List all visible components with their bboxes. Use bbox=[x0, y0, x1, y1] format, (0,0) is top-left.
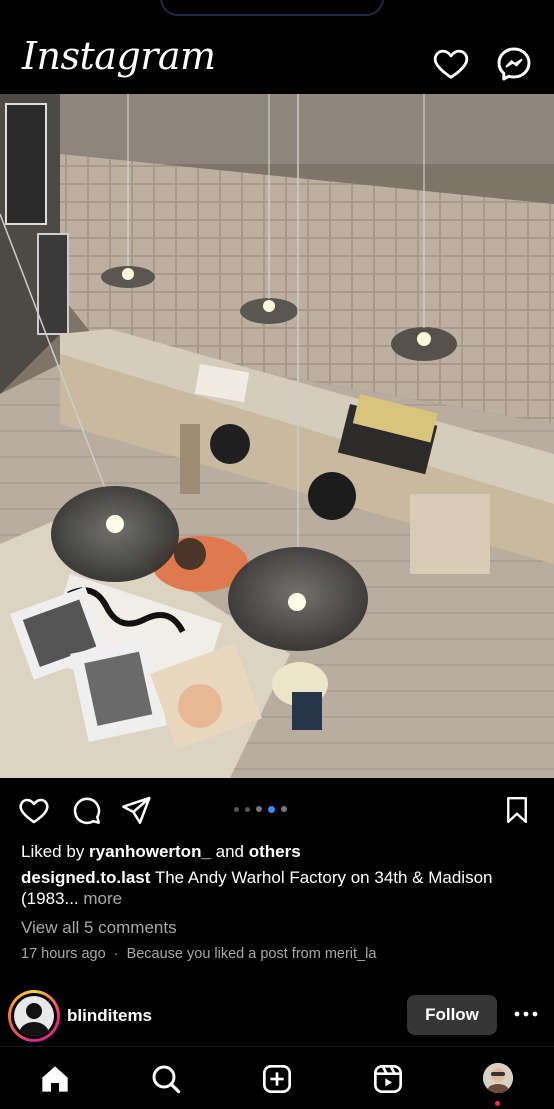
create-icon[interactable] bbox=[261, 1063, 293, 1095]
caption-username[interactable]: designed.to.last bbox=[21, 868, 150, 887]
caption-more-link[interactable]: more bbox=[79, 889, 122, 908]
like-heart-icon[interactable] bbox=[18, 794, 50, 826]
next-post-header: blinditems Follow bbox=[0, 986, 554, 1046]
reels-icon[interactable] bbox=[372, 1063, 404, 1095]
post-actions bbox=[0, 778, 554, 838]
avatar[interactable] bbox=[14, 996, 54, 1036]
save-bookmark-icon[interactable] bbox=[502, 794, 534, 826]
follow-button[interactable]: Follow bbox=[407, 995, 497, 1035]
post-caption: designed.to.last The Andy Warhol Factory… bbox=[21, 867, 531, 909]
comment-icon[interactable] bbox=[70, 794, 102, 826]
likes-prefix: Liked by bbox=[21, 842, 90, 861]
carousel-dot bbox=[268, 805, 275, 813]
carousel-dot bbox=[245, 806, 250, 812]
likes-summary[interactable]: Liked by ryanhowerton_ and others bbox=[21, 841, 301, 862]
carousel-dot bbox=[256, 806, 262, 812]
top-bar: Instagram bbox=[0, 20, 554, 94]
post-time: 17 hours ago bbox=[21, 946, 106, 962]
profile-notification-dot bbox=[495, 1101, 500, 1106]
more-options-icon[interactable] bbox=[512, 1004, 540, 1024]
carousel-dot bbox=[281, 806, 287, 812]
messenger-icon[interactable] bbox=[494, 44, 534, 84]
instagram-logo[interactable]: Instagram bbox=[22, 34, 216, 78]
view-comments-link[interactable]: View all 5 comments bbox=[21, 917, 177, 938]
suggestion-reason: Because you liked a post from merit_la bbox=[126, 946, 377, 962]
post-meta: 17 hours ago · Because you liked a post … bbox=[21, 946, 376, 962]
search-icon[interactable] bbox=[150, 1063, 182, 1095]
meta-separator: · bbox=[113, 946, 119, 962]
likes-others[interactable]: others bbox=[249, 842, 301, 861]
carousel-dot bbox=[234, 806, 239, 812]
carousel-indicator bbox=[234, 805, 287, 813]
likes-and: and bbox=[210, 842, 249, 861]
notifications-heart-icon[interactable] bbox=[432, 44, 470, 82]
post-image[interactable] bbox=[0, 94, 554, 778]
profile-avatar[interactable] bbox=[483, 1063, 513, 1093]
bottom-nav bbox=[0, 1046, 554, 1109]
liker-username[interactable]: ryanhowerton_ bbox=[89, 842, 211, 861]
device-notch bbox=[160, 0, 384, 16]
share-send-icon[interactable] bbox=[120, 794, 152, 826]
next-post-username[interactable]: blinditems bbox=[67, 1006, 152, 1026]
home-icon[interactable] bbox=[39, 1063, 71, 1095]
